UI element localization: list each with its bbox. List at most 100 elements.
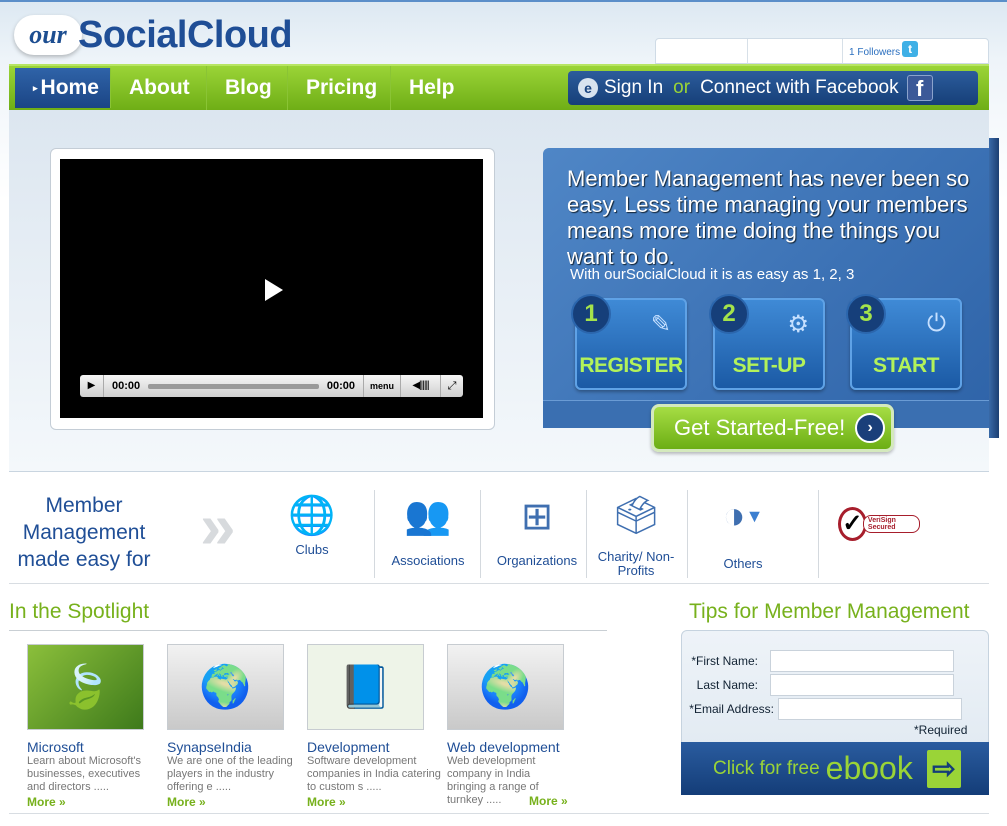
video-menu-button[interactable]: menu [362, 375, 401, 397]
total-time: 00:00 [326, 380, 355, 392]
twitter-followers[interactable]: 1 Followers t [843, 39, 919, 63]
member-made-easy-title: Member Management made easy for [17, 494, 151, 571]
facebook-icon[interactable]: f [906, 75, 933, 101]
step-start[interactable]: 3 ⏻ START [846, 294, 962, 390]
power-icon: ⏻ [927, 310, 946, 337]
step-register[interactable]: 1 ✎ REGISTER [571, 294, 687, 390]
category-associations[interactable]: 👥 Associations [382, 490, 474, 578]
gear-icon: ⚙ [787, 311, 809, 338]
nav-home-label: Home [40, 76, 99, 99]
email-input[interactable] [778, 698, 962, 720]
last-name-row: Last Name: [682, 674, 982, 696]
more-link[interactable]: More » [529, 794, 568, 808]
step-label: REGISTER [579, 354, 683, 377]
get-started-button[interactable]: Get Started-Free! › [651, 404, 894, 452]
top-border [0, 0, 1007, 2]
step-number: 3 [846, 294, 886, 334]
category-label: Associations [391, 553, 465, 568]
spotlight-title: In the Spotlight [9, 600, 150, 623]
nav-about-label: About [129, 76, 190, 99]
ebook-small-text: Click for free [713, 757, 820, 779]
nav-help-label: Help [409, 76, 455, 99]
spotlight-item-desc: Software development companies in India … [307, 755, 441, 793]
spotlight-item: 📘 Development Software development compa… [307, 644, 443, 809]
first-name-input[interactable] [770, 650, 954, 672]
category-divider [480, 490, 481, 578]
email-label: *Email Address: [689, 702, 774, 716]
verisign-badge[interactable]: ✓ VeriSign Secured [838, 506, 920, 542]
logo-cloud: our [14, 15, 82, 55]
leaf-thumbnail[interactable]: 🍃 [27, 644, 144, 730]
page: our SocialCloud 1 Followers t ▸ Home Abou… [0, 0, 1007, 826]
category-clubs[interactable]: 🌐 Clubs [262, 490, 362, 578]
first-name-label: *First Name: [691, 654, 758, 668]
category-divider [586, 490, 587, 578]
promo-headline: Member Management has never been so easy… [567, 166, 970, 269]
fullscreen-icon[interactable]: ⤢ [441, 380, 463, 393]
step-setup[interactable]: 2 ⚙ SET-UP [709, 294, 825, 390]
twitter-icon[interactable]: t [902, 41, 919, 57]
social-cell [748, 39, 843, 63]
play-icon[interactable] [265, 279, 283, 301]
pen-icon: ✎ [650, 311, 671, 338]
category-organizations[interactable]: ⊞ Organizations [490, 490, 584, 578]
step-number: 2 [709, 294, 749, 334]
seek-bar[interactable] [148, 383, 319, 389]
spotlight-item-title[interactable]: Development [307, 739, 443, 755]
nav-blog-label: Blog [225, 76, 272, 99]
org-chart-icon: ⊞ [521, 495, 553, 538]
nav-blog[interactable]: Blog [207, 66, 288, 110]
spotlight-item-desc: We are one of the leading players in the… [167, 755, 293, 793]
spotlight-item: 🌍 SynapseIndia We are one of the leading… [167, 644, 303, 809]
globe-hands-thumbnail[interactable]: 🌍 [167, 644, 284, 730]
category-label: Clubs [295, 542, 329, 557]
divider [9, 813, 989, 814]
category-divider [374, 490, 375, 578]
spotlight-item: 🌍 Web development Web development compan… [447, 644, 607, 808]
free-ebook-button[interactable]: Click for free ebook ⇨ [681, 742, 989, 795]
category-divider [818, 490, 819, 578]
required-note: *Required [914, 723, 968, 737]
current-time: 00:00 [112, 380, 141, 392]
category-others[interactable]: ◑ ▼ Others [700, 490, 786, 578]
dropdown-arrow-icon: ▼ [745, 505, 764, 526]
more-link[interactable]: More » [307, 795, 443, 809]
nav-help[interactable]: Help [391, 66, 475, 110]
divider [9, 583, 989, 584]
category-charity[interactable]: 🗳 Charity/ Non-Profits [596, 490, 676, 578]
disc-icon: ◑ ▼ [722, 494, 764, 537]
more-link[interactable]: More » [167, 795, 303, 809]
or-text: or [673, 77, 691, 98]
spotlight-item-title[interactable]: Web development [447, 739, 607, 755]
followers-count: 1 Followers [849, 47, 901, 58]
ebook-big-text: ebook [825, 750, 913, 786]
control-play-icon[interactable]: ▶ [80, 375, 104, 397]
step-label: SET-UP [732, 354, 806, 377]
signin-bar: e Sign In or Connect with Facebook f [568, 71, 978, 105]
nav-pricing-label: Pricing [306, 76, 378, 99]
first-name-row: *First Name: [682, 650, 982, 672]
more-link[interactable]: More » [27, 795, 163, 809]
logo[interactable]: our SocialCloud [14, 10, 293, 60]
spotlight-item-title[interactable]: Microsoft [27, 739, 163, 755]
sign-in-link[interactable]: Sign In [604, 77, 663, 99]
promo-subtitle: With ourSocialCloud it is as easy as 1, … [570, 266, 855, 283]
spotlight-item-title[interactable]: SynapseIndia [167, 739, 303, 755]
last-name-label: Last Name: [696, 678, 758, 692]
group-chat-icon: 👥 [404, 495, 452, 537]
chevron-right-icon: › [855, 413, 886, 443]
journal-cover-thumbnail[interactable]: 📘 [307, 644, 424, 730]
logo-text: SocialCloud [78, 13, 293, 56]
arrow-right-icon: ⇨ [926, 749, 961, 788]
nav-home[interactable]: ▸ Home [15, 68, 111, 108]
connect-facebook-link[interactable]: Connect with Facebook [700, 77, 899, 99]
nav-about[interactable]: About [111, 66, 207, 110]
last-name-input[interactable] [770, 674, 954, 696]
ballot-box-icon: 🗳 [611, 495, 661, 537]
volume-icon[interactable]: ◀|||||| [401, 375, 441, 397]
double-chevron-icon: » [200, 490, 235, 562]
globe-hands-thumbnail[interactable]: 🌍 [447, 644, 564, 730]
signin-icon[interactable]: e [578, 78, 598, 98]
spotlight-item: 🍃 Microsoft Learn about Microsoft's busi… [27, 644, 163, 809]
nav-pricing[interactable]: Pricing [288, 66, 391, 110]
